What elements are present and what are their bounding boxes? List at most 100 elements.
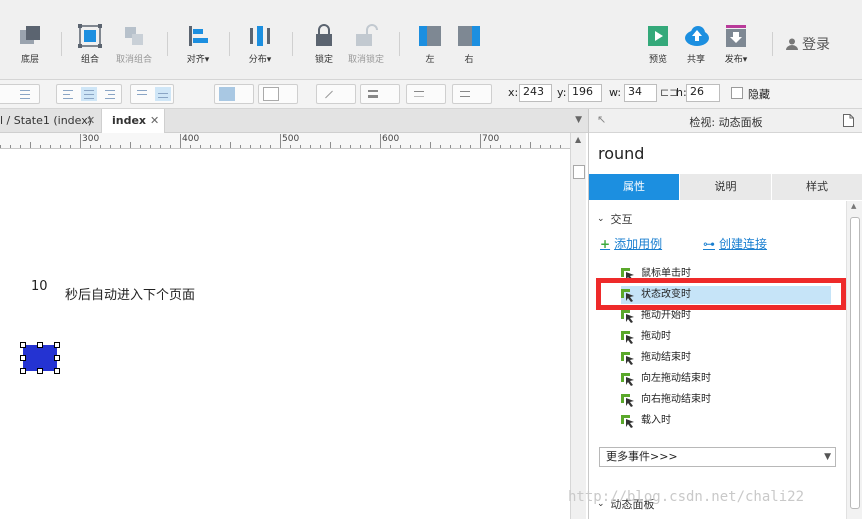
lock-label: 锁定 xyxy=(314,55,333,65)
x-input[interactable]: 243 xyxy=(519,84,552,102)
resize-handle[interactable] xyxy=(37,342,43,348)
y-input[interactable]: 196 xyxy=(568,84,602,102)
resize-handle[interactable] xyxy=(20,342,26,348)
ruler-tick xyxy=(510,145,511,148)
w-input[interactable]: 34 xyxy=(624,84,657,102)
event-item[interactable]: 拖动时 xyxy=(621,328,831,346)
distribute-icon xyxy=(248,24,272,48)
line-width-picker[interactable] xyxy=(360,84,400,104)
lock-button[interactable]: 锁定 xyxy=(312,24,336,70)
ruler-tick xyxy=(150,145,151,148)
tab-index[interactable]: index ✕ xyxy=(101,109,165,133)
line-style-picker[interactable] xyxy=(406,84,446,104)
arrow-style-picker[interactable] xyxy=(452,84,492,104)
send-to-back-icon xyxy=(18,24,42,48)
ruler-tick xyxy=(530,142,531,148)
tab-properties[interactable]: 属性 xyxy=(589,174,680,200)
resize-handle[interactable] xyxy=(54,355,60,361)
create-link-link[interactable]: ⊶ 创建连接 xyxy=(703,235,767,252)
ruler-tick xyxy=(320,145,321,148)
group-button[interactable]: 组合 xyxy=(78,24,102,70)
align-button[interactable]: 对齐▾ xyxy=(186,24,210,70)
send-to-back-button[interactable]: 底层 xyxy=(18,24,42,70)
ungroup-label: 取消组合 xyxy=(116,55,153,65)
page-icon[interactable] xyxy=(843,114,854,127)
ruler-label: 300 xyxy=(82,134,100,144)
inspector-title: 检视: 动态面板 xyxy=(689,116,763,129)
line-style-icon xyxy=(411,87,427,101)
tab-style[interactable]: 样式 xyxy=(772,174,862,200)
more-events-dropdown[interactable]: 更多事件>>> ▼ xyxy=(599,447,836,467)
event-label: 向左拖动结束时 xyxy=(641,373,711,384)
ruler-label: 500 xyxy=(282,134,300,144)
distribute-button[interactable]: 分布▾ xyxy=(248,24,272,70)
page-left-button[interactable]: 左 xyxy=(418,24,442,70)
preview-button[interactable]: 预览 xyxy=(646,24,670,70)
tab-overflow-chevron-icon[interactable]: ▼ xyxy=(575,115,582,125)
resize-handle[interactable] xyxy=(54,342,60,348)
ruler-tick xyxy=(420,145,421,148)
chevron-down-icon: ⌄ xyxy=(597,214,605,224)
ruler-tick xyxy=(550,145,551,148)
resize-handle[interactable] xyxy=(20,355,26,361)
close-icon[interactable]: ✕ xyxy=(150,109,159,133)
page-right-button[interactable]: 右 xyxy=(457,24,481,70)
event-item[interactable]: 向右拖动结束时 xyxy=(621,391,831,409)
hidden-checkbox[interactable] xyxy=(731,87,743,99)
ruler-tick xyxy=(140,145,141,148)
resize-handle[interactable] xyxy=(54,368,60,374)
page-right-label: 右 xyxy=(464,55,474,65)
add-case-label: 添加用例 xyxy=(614,237,663,251)
h-input[interactable]: 26 xyxy=(686,84,720,102)
ruler-tick xyxy=(100,145,101,148)
event-item[interactable]: 载入时 xyxy=(621,412,831,430)
share-button[interactable]: 共享 xyxy=(684,24,709,70)
panel-scrollbar[interactable]: ▲ xyxy=(846,201,862,519)
fill-color-picker[interactable] xyxy=(214,84,254,104)
scroll-up-icon[interactable]: ▲ xyxy=(851,202,856,210)
toolbar-divider xyxy=(772,32,773,56)
ruler-tick xyxy=(40,145,41,148)
countdown-text[interactable]: 秒后自动进入下个页面 xyxy=(65,284,195,303)
countdown-number[interactable]: 10 xyxy=(31,279,48,294)
ruler-tick xyxy=(380,134,381,148)
add-case-link[interactable]: + 添加用例 xyxy=(600,235,662,252)
unlock-button[interactable]: 取消锁定 xyxy=(348,24,384,70)
scroll-thumb[interactable] xyxy=(850,217,860,509)
ruler-tick xyxy=(30,142,31,148)
create-link-label: 创建连接 xyxy=(719,237,768,251)
toolbar-divider xyxy=(399,32,400,56)
arrow-style-icon xyxy=(457,87,473,101)
event-item[interactable]: 拖动结束时 xyxy=(621,349,831,367)
ruler-tick xyxy=(110,145,111,148)
shadow-picker[interactable] xyxy=(258,84,298,104)
interaction-section-header[interactable]: ⌄ 交互 xyxy=(597,211,633,227)
scroll-thumb[interactable] xyxy=(573,165,585,179)
ruler-tick xyxy=(70,145,71,148)
resize-handle[interactable] xyxy=(37,368,43,374)
publish-button[interactable]: 发布▾ xyxy=(724,24,748,70)
canvas-vertical-scrollbar[interactable]: ▲ xyxy=(570,133,586,519)
login-button[interactable]: 登录 xyxy=(786,34,830,54)
main-toolbar: 底层 组合 取消组合 对齐▾ 分布▾ 锁定 取消锁定 左 右 预览 共享 发布▾… xyxy=(0,0,862,80)
resize-handle[interactable] xyxy=(20,368,26,374)
event-cursor-icon xyxy=(621,351,635,365)
scroll-up-icon[interactable]: ▲ xyxy=(575,135,581,144)
widget-name-field[interactable]: round xyxy=(598,144,644,163)
tab-state1-index[interactable]: l / State1 (index) ✕ xyxy=(0,109,100,133)
tab-notes[interactable]: 说明 xyxy=(680,174,772,200)
interaction-section-label: 交互 xyxy=(610,213,633,226)
text-align-group[interactable] xyxy=(56,84,122,104)
ruler-tick xyxy=(80,134,81,148)
vertical-align-group[interactable] xyxy=(130,84,174,104)
list-style-group[interactable] xyxy=(0,84,40,104)
ruler-tick xyxy=(170,145,171,148)
ungroup-button[interactable]: 取消组合 xyxy=(116,24,152,70)
group-icon xyxy=(78,24,102,48)
ruler-tick xyxy=(310,145,311,148)
design-canvas[interactable]: 10 秒后自动进入下个页面 xyxy=(0,149,570,519)
line-color-picker[interactable] xyxy=(316,84,356,104)
event-cursor-icon xyxy=(621,372,635,386)
event-item[interactable]: 向左拖动结束时 xyxy=(621,370,831,388)
close-icon[interactable]: ✕ xyxy=(86,109,95,133)
